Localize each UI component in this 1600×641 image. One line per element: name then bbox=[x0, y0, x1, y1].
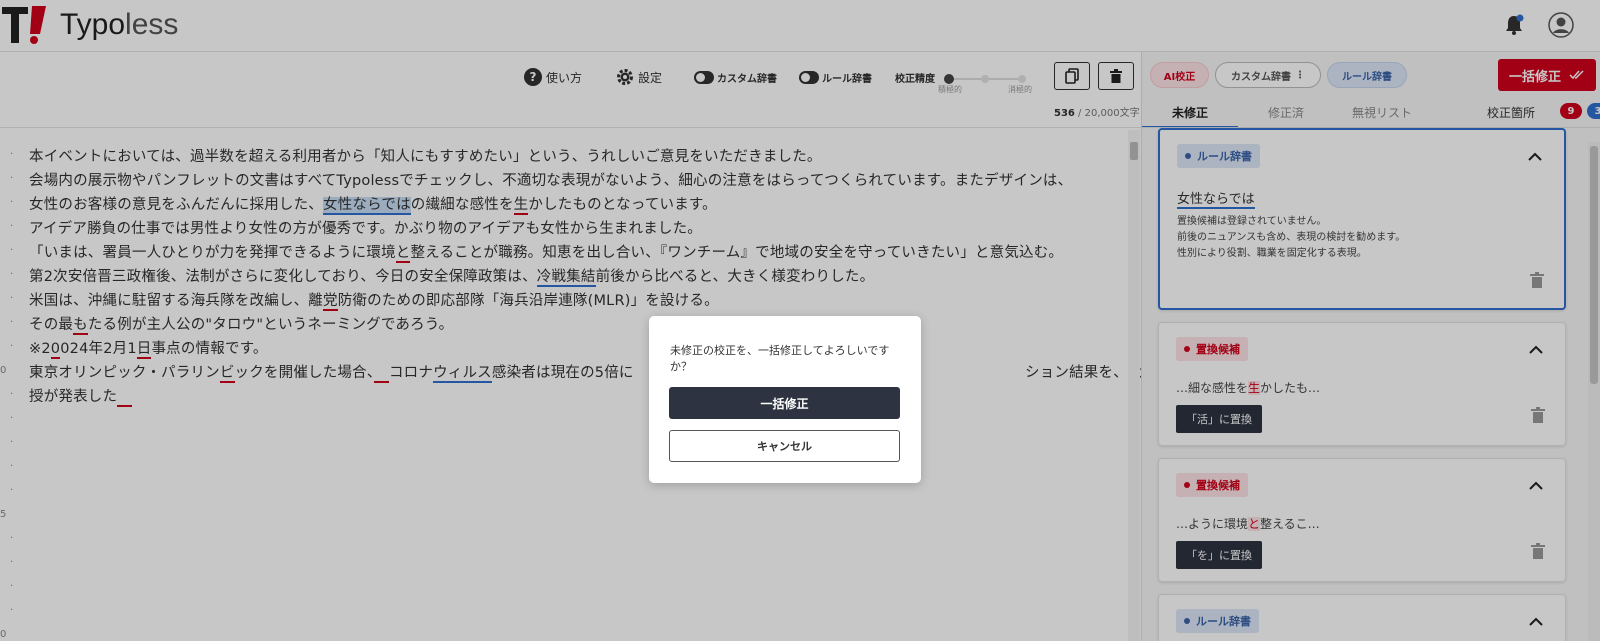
confirm-dialog: 未修正の校正を、一括修正してよろしいですか？ 一括修正 キャンセル bbox=[649, 316, 921, 483]
confirm-fix-all-button[interactable]: 一括修正 bbox=[669, 387, 900, 419]
dialog-message: 未修正の校正を、一括修正してよろしいですか？ bbox=[670, 344, 890, 373]
cancel-button[interactable]: キャンセル bbox=[669, 430, 900, 462]
